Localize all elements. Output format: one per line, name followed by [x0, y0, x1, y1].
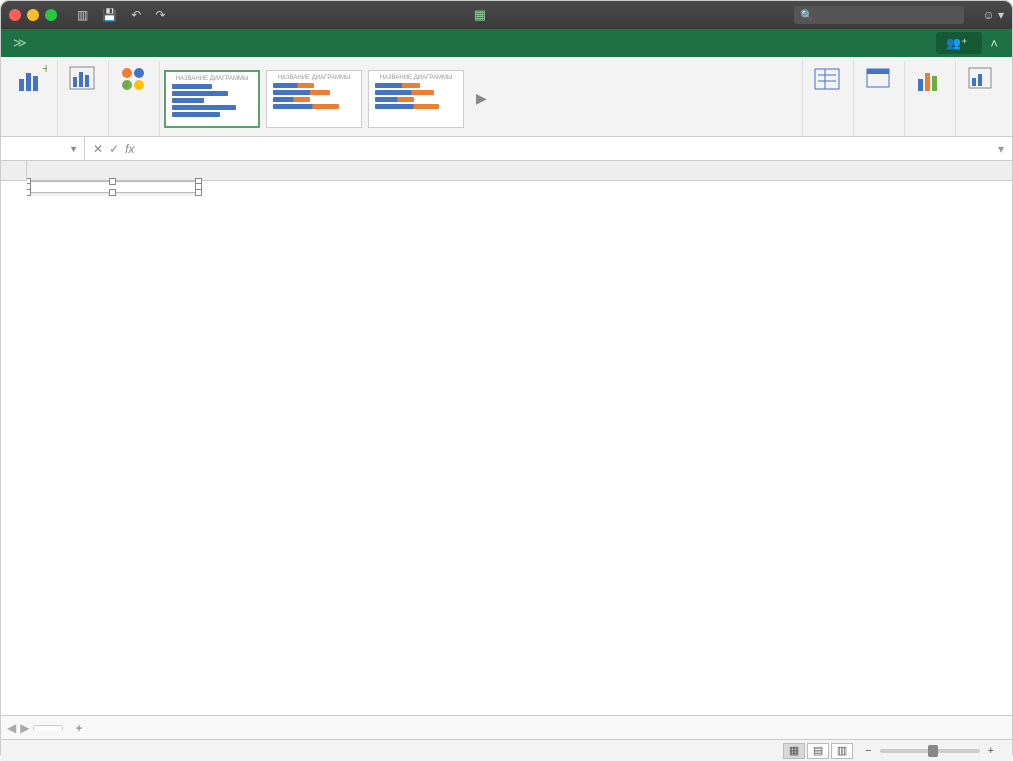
ribbon-collapse-icon[interactable]: ˄	[982, 36, 1006, 51]
add-sheet-button[interactable]: +	[67, 719, 90, 737]
name-box[interactable]: ▼	[1, 137, 85, 160]
tab-next-icon[interactable]: ▶	[20, 721, 29, 735]
tabs-more-icon[interactable]: ≫	[7, 35, 33, 51]
autosave-icon[interactable]: ▥	[77, 8, 88, 22]
search-input[interactable]: 🔍	[794, 6, 964, 24]
cells-grid[interactable]	[27, 161, 1012, 715]
tab-prev-icon[interactable]: ◀	[7, 721, 16, 735]
change-chart-type-button[interactable]	[905, 61, 956, 136]
view-switcher[interactable]: ▦ ▤ ▥	[783, 743, 853, 759]
formula-expand-icon[interactable]: ▾	[990, 142, 1012, 156]
gallery-more-icon[interactable]: ▶	[470, 90, 493, 107]
share-icon: 👥⁺	[946, 36, 967, 50]
spreadsheet	[1, 161, 1012, 715]
maximize-icon[interactable]	[45, 9, 57, 21]
user-icon[interactable]: ☺︎ ▾	[982, 8, 1004, 22]
svg-text:+: +	[42, 65, 47, 76]
view-normal-icon[interactable]: ▦	[783, 743, 805, 759]
add-chart-element-button[interactable]: +	[7, 61, 58, 136]
chart-style-2[interactable]: НАЗВАНИЕ ДИАГРАММЫ	[266, 70, 362, 128]
view-page-break-icon[interactable]: ▥	[831, 743, 853, 759]
chart-style-3[interactable]: НАЗВАНИЕ ДИАГРАММЫ	[368, 70, 464, 128]
cancel-formula-icon[interactable]: ✕	[93, 142, 103, 156]
excel-icon: ▦	[474, 7, 486, 22]
move-chart-button[interactable]	[956, 61, 1006, 136]
zoom-in-icon[interactable]: +	[988, 745, 994, 757]
save-icon[interactable]: 💾	[102, 8, 117, 22]
status-bar: ▦ ▤ ▥ − +	[1, 739, 1012, 761]
select-all-corner[interactable]	[1, 161, 27, 181]
chart-style-1[interactable]: НАЗВАНИЕ ДИАГРАММЫ	[164, 70, 260, 128]
share-button[interactable]: 👥⁺	[936, 32, 982, 54]
switch-row-column-button[interactable]	[803, 61, 854, 136]
change-colors-button[interactable]	[109, 61, 160, 136]
view-page-layout-icon[interactable]: ▤	[807, 743, 829, 759]
search-icon: 🔍	[800, 9, 814, 22]
titlebar: ▥ 💾 ↶ ↷ ▦ 🔍 ☺︎ ▾	[1, 1, 1012, 29]
sheet-tab[interactable]	[33, 725, 63, 730]
fx-icon[interactable]: fx	[125, 142, 134, 156]
accept-formula-icon[interactable]: ✓	[109, 142, 119, 156]
close-icon[interactable]	[9, 9, 21, 21]
window-title: ▦	[173, 7, 786, 23]
ribbon: + НАЗВАНИЕ ДИАГРАММЫ НАЗВАНИЕ ДИАГРАММЫ …	[1, 57, 1012, 137]
quick-layout-button[interactable]	[58, 61, 109, 136]
zoom-control[interactable]: − +	[865, 745, 1002, 757]
undo-icon[interactable]: ↶	[131, 8, 141, 22]
zoom-out-icon[interactable]: −	[865, 745, 871, 757]
redo-icon[interactable]: ↷	[155, 8, 165, 22]
menu-tabs: ≫ 👥⁺ ˄	[1, 29, 1012, 57]
select-data-button[interactable]	[854, 61, 905, 136]
chart-object[interactable]	[27, 181, 199, 193]
window-controls	[9, 9, 57, 21]
formula-bar: ▼ ✕ ✓ fx ▾	[1, 137, 1012, 161]
minimize-icon[interactable]	[27, 9, 39, 21]
zoom-slider[interactable]	[880, 749, 980, 753]
chart-styles-gallery[interactable]: НАЗВАНИЕ ДИАГРАММЫ НАЗВАНИЕ ДИАГРАММЫ НА…	[160, 61, 803, 136]
sheet-tabs-bar: ◀ ▶ +	[1, 715, 1012, 739]
